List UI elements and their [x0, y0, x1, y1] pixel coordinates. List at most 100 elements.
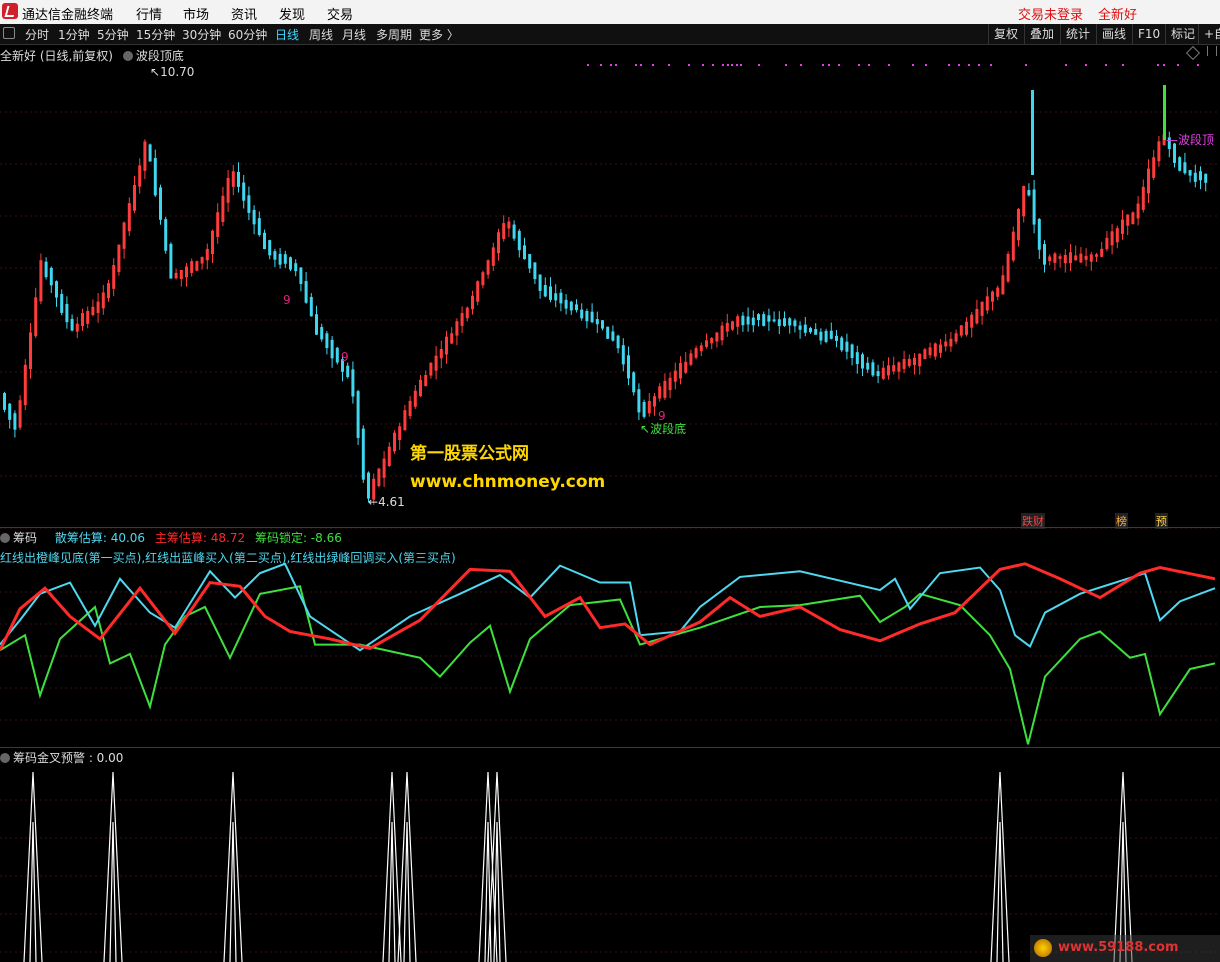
stats-button[interactable]: 统计 — [1060, 24, 1095, 44]
draw-button[interactable]: 画线 — [1096, 24, 1131, 44]
stock-name-link[interactable]: 全新好 — [1098, 4, 1137, 23]
signal-dot — [668, 64, 670, 66]
candle-body — [881, 367, 885, 379]
period-more[interactable]: 更多 〉 — [419, 26, 459, 43]
alert-chart[interactable] — [0, 762, 1220, 962]
menu-discover[interactable]: 发现 — [279, 4, 305, 23]
candle-body — [621, 345, 625, 365]
candle-body — [1001, 275, 1005, 295]
candle-body — [918, 353, 922, 367]
watermark-title: 第一股票公式网 — [410, 444, 529, 464]
app-title: 通达信金融终端 — [22, 8, 114, 23]
candle-body — [49, 267, 53, 286]
candle-body — [580, 309, 584, 319]
signal-dot — [1025, 64, 1027, 66]
period-weekly[interactable]: 周线 — [309, 26, 333, 43]
candle-body — [944, 341, 948, 347]
candle-body — [965, 321, 968, 335]
alert-spike — [229, 821, 237, 962]
candle-body — [1157, 141, 1161, 162]
candle-body — [117, 244, 121, 273]
candle-body — [304, 281, 308, 303]
signal-dot — [1122, 64, 1124, 66]
chip-panel-name[interactable]: 筹码 — [13, 531, 37, 545]
period-multi[interactable]: 多周期 — [376, 26, 412, 43]
alert-spike — [996, 821, 1004, 962]
candle-body — [434, 355, 438, 371]
signal-dot — [785, 64, 787, 66]
menu-news[interactable]: 资讯 — [231, 4, 257, 23]
candle-body — [263, 232, 266, 250]
candle-body — [1095, 254, 1098, 257]
candle-body — [663, 380, 667, 398]
sidebar-toggle-icon[interactable] — [3, 27, 15, 39]
watermark-logo-icon — [1034, 939, 1052, 957]
signal-dot — [740, 64, 742, 66]
candle-body — [148, 144, 152, 162]
period-15min[interactable]: 15分钟 — [136, 26, 175, 43]
candle-body — [694, 348, 698, 358]
candle-body — [75, 323, 79, 332]
chip-panel-header: 筹码 散筹估算: 40.06 主筹估算: 48.72 筹码锁定: -8.66 — [0, 529, 342, 546]
scatter-estimate: 散筹估算: 40.06 — [54, 531, 146, 545]
panel-toggle-icon[interactable] — [1207, 46, 1217, 56]
signal-dot — [968, 64, 970, 66]
candle-body — [211, 230, 214, 255]
candle-body — [512, 224, 516, 239]
candle-body — [1110, 231, 1114, 246]
candle-body — [403, 410, 407, 431]
period-5min[interactable]: 5分钟 — [97, 26, 129, 43]
low-price-label: ←4.61 — [368, 495, 405, 509]
candle-body — [164, 219, 168, 251]
scatter-line — [0, 562, 1216, 652]
chip-chart[interactable] — [0, 560, 1220, 748]
trade-login-link[interactable]: 交易未登录 — [1018, 4, 1083, 23]
candle-body — [907, 358, 911, 367]
high-price-value: 10.70 — [160, 65, 195, 79]
candle-body — [283, 254, 287, 264]
candle-body — [91, 306, 95, 316]
menu-market[interactable]: 市场 — [183, 4, 209, 23]
candle-body — [1204, 173, 1208, 183]
candle-body — [1100, 248, 1104, 257]
candle-body — [1105, 237, 1109, 250]
candle-body — [814, 329, 818, 335]
candle-body — [767, 315, 771, 322]
candle-body — [81, 313, 84, 326]
f10-button[interactable]: F10 — [1132, 24, 1165, 44]
wave-bottom-text: 波段底 — [650, 422, 687, 436]
candle-body — [569, 301, 573, 311]
adjust-button[interactable]: 复权 — [988, 24, 1023, 44]
candlestick-chart[interactable] — [0, 60, 1220, 530]
candle-body — [777, 319, 781, 327]
candle-body — [356, 391, 360, 438]
candle-body — [705, 340, 708, 347]
candle-body — [445, 336, 448, 355]
period-30min[interactable]: 30分钟 — [182, 26, 221, 43]
candle-body — [684, 361, 688, 373]
period-60min[interactable]: 60分钟 — [228, 26, 267, 43]
signal-dot — [1085, 64, 1087, 66]
diamond-icon[interactable] — [1185, 45, 1201, 61]
candle-body — [1053, 253, 1057, 263]
menu-market-quotes[interactable]: 行情 — [136, 4, 162, 23]
menu-trade[interactable]: 交易 — [327, 4, 353, 23]
candle-body — [887, 365, 890, 376]
candle-body — [538, 274, 542, 291]
watermark-url: www.chnmoney.com — [410, 472, 606, 492]
mark-button[interactable]: 标记 — [1165, 24, 1200, 44]
candle-body — [44, 261, 48, 278]
period-tick[interactable]: 分时 — [25, 26, 49, 43]
candle-body — [725, 322, 729, 332]
overlay-button[interactable]: 叠加 — [1024, 24, 1059, 44]
candle-body — [533, 262, 537, 280]
candle-body — [543, 285, 547, 297]
custom-button[interactable]: +自 — [1198, 24, 1220, 44]
candle-body — [840, 337, 844, 351]
period-monthly[interactable]: 月线 — [342, 26, 366, 43]
period-daily[interactable]: 日线 — [275, 26, 299, 43]
candle-body — [419, 379, 422, 397]
candle-body — [107, 283, 110, 299]
period-1min[interactable]: 1分钟 — [58, 26, 90, 43]
chip-menu-icon[interactable] — [0, 533, 10, 543]
